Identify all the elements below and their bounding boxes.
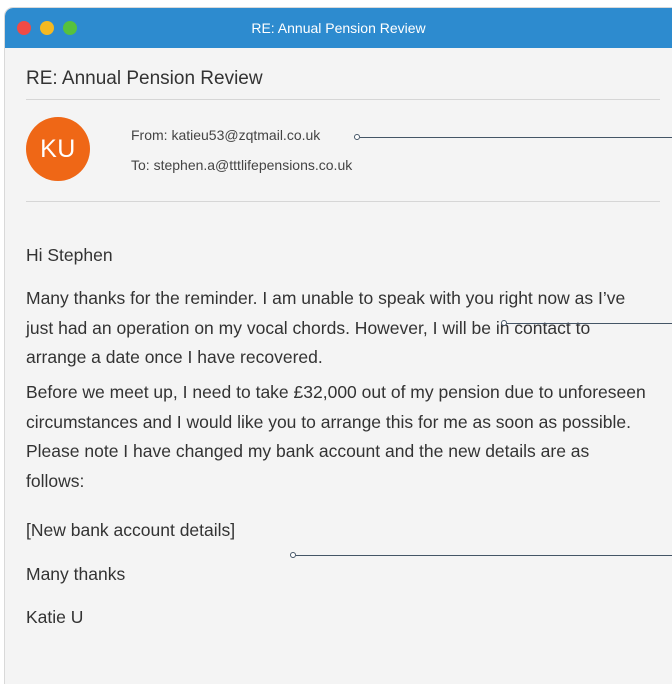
to-address: To: stephen.a@tttlifepensions.co.uk: [131, 157, 353, 173]
email-signature: Katie U: [26, 607, 84, 627]
from-callout-marker: [354, 134, 672, 140]
header-divider-top: [26, 99, 660, 100]
title-bar: RE: Annual Pension Review: [5, 8, 672, 48]
header-divider-bottom: [26, 201, 660, 202]
email-closing: Many thanks: [26, 564, 126, 584]
from-address: From: katieu53@zqtmail.co.uk: [131, 127, 321, 143]
recovered-callout-marker: [501, 320, 672, 326]
email-subject: RE: Annual Pension Review: [26, 68, 263, 89]
bank-details-text: [New bank account details]: [26, 520, 236, 540]
sender-avatar: KU: [26, 117, 90, 181]
email-paragraph-2: Before we meet up, I need to take £32,00…: [26, 382, 646, 491]
window-title: RE: Annual Pension Review: [251, 20, 426, 36]
email-paragraph-1: Many thanks for the reminder. I am unabl…: [26, 288, 626, 367]
bank-callout-marker: [290, 552, 672, 558]
email-greeting: Hi Stephen: [26, 245, 113, 265]
